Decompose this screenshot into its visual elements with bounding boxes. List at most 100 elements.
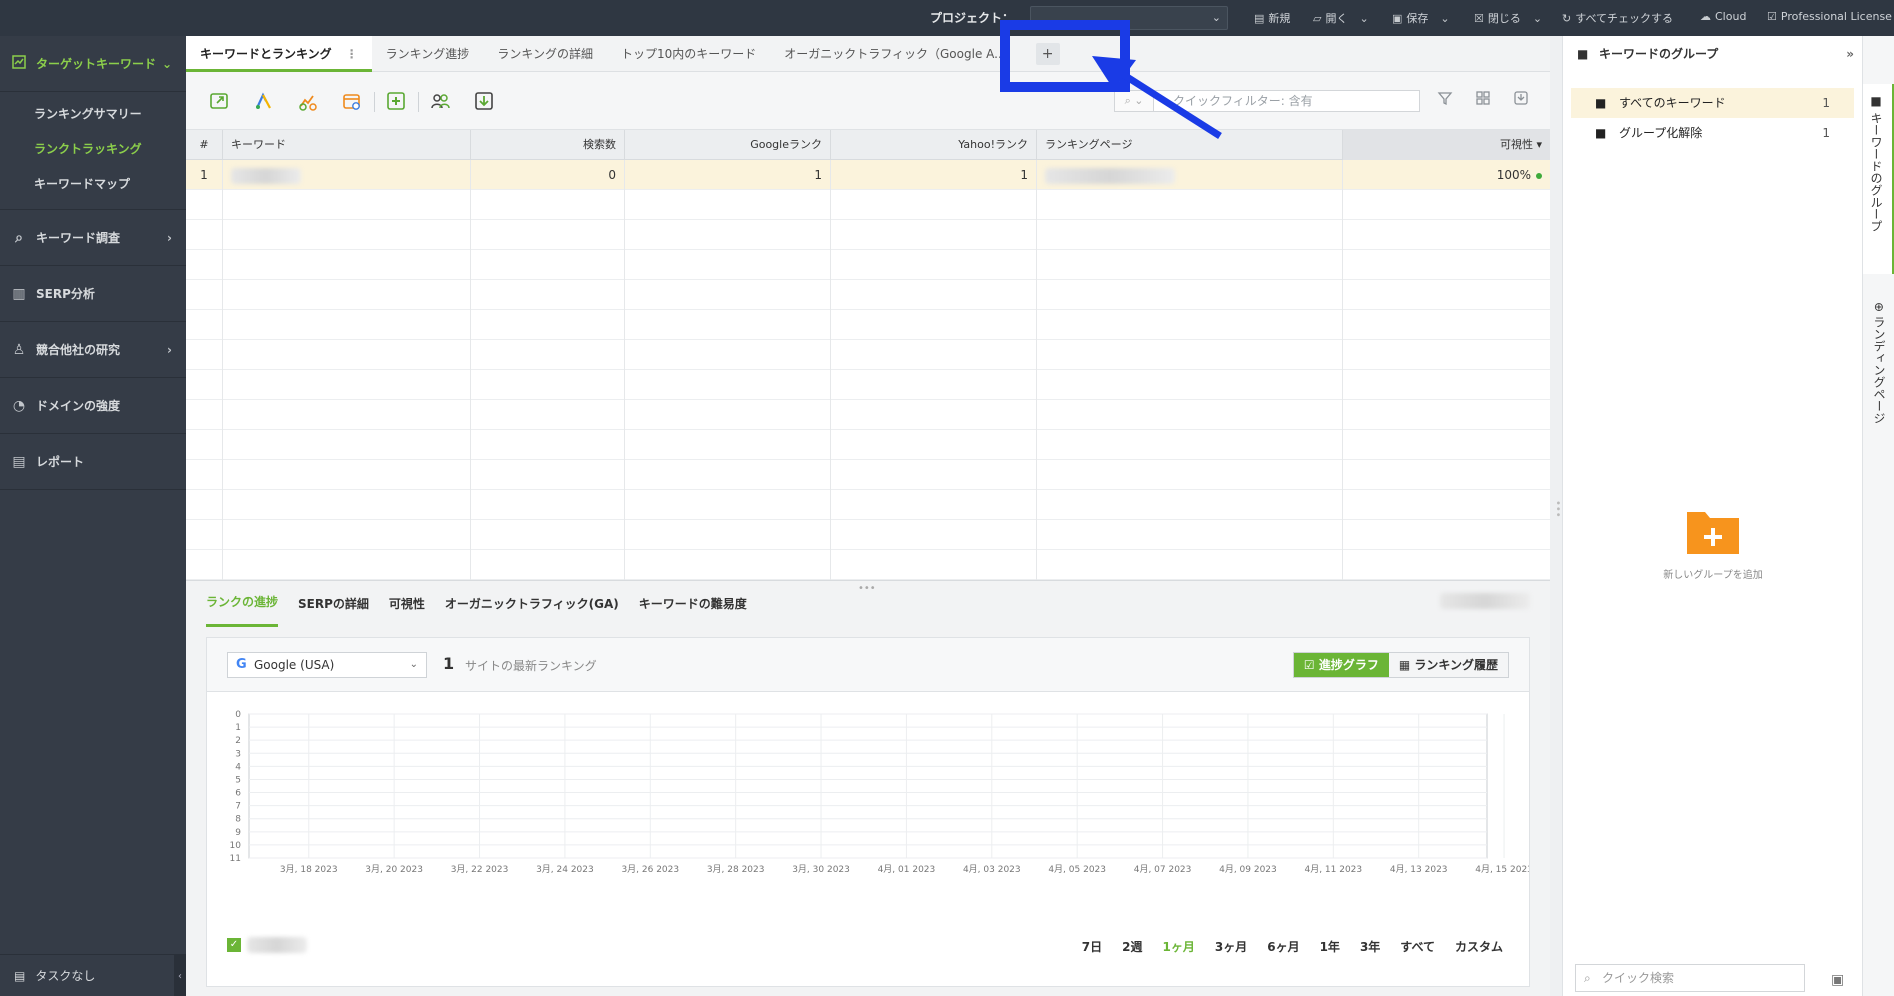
bottom-tab-2[interactable]: 可視性 (389, 581, 425, 627)
column-number[interactable]: # (186, 130, 223, 160)
tab-0[interactable]: キーワードとランキング ⋮ (186, 36, 372, 72)
menu-label: 閉じる (1487, 12, 1521, 25)
sidebar-item-target-keywords[interactable]: ターゲットキーワード ⌄ (0, 36, 186, 92)
table-row[interactable] (186, 400, 1550, 430)
menu-folder-open[interactable]: ▱ 開く ⌄ (1313, 10, 1369, 26)
sidebar-item-bar-chart[interactable]: ▥ SERP分析 (0, 266, 186, 322)
bottom-panel: ••• ランクの進捗 SERPの詳細 可視性 オーガニックトラフィック(GA) キーワー… (186, 580, 1550, 996)
table-row[interactable] (186, 370, 1550, 400)
column-yahoo-rank[interactable]: Yahoo!ランク (831, 130, 1037, 160)
chart-frame (248, 713, 1488, 859)
groups-search-input[interactable]: ⌕ クイック検索 (1575, 964, 1805, 992)
period-option-7[interactable]: すべて (1400, 938, 1435, 955)
table-cell (186, 370, 223, 400)
menu-save[interactable]: ▣ 保存 ⌄ (1392, 10, 1450, 26)
table-cell (625, 220, 831, 250)
bottom-tab-3[interactable]: オーガニックトラフィック(GA) (445, 581, 619, 627)
table-row[interactable] (186, 490, 1550, 520)
column-search-volume[interactable]: 検索数 (471, 130, 625, 160)
refresh-rankings-button[interactable] (208, 89, 232, 113)
sidebar-subitem-2[interactable]: キーワードマップ (0, 166, 186, 201)
competitors-icon[interactable] (428, 89, 452, 113)
table-row[interactable] (186, 430, 1550, 460)
schedule-icon[interactable] (340, 89, 364, 113)
period-option-6[interactable]: 3年 (1360, 938, 1380, 955)
table-cell (1343, 220, 1550, 250)
add-keyword-button[interactable] (384, 89, 408, 113)
keyword-difficulty-icon[interactable] (296, 89, 320, 113)
period-option-1[interactable]: 2週 (1122, 938, 1142, 955)
search-engine-select[interactable]: G Google (USA) ⌄ (227, 652, 427, 678)
period-option-8[interactable]: カスタム (1455, 938, 1503, 955)
menu-file[interactable]: ▤ 新規 (1254, 10, 1290, 26)
menu-refresh[interactable]: ↻ すべてチェックする (1562, 10, 1673, 26)
period-option-0[interactable]: 7日 (1082, 938, 1102, 955)
bottom-tab-4[interactable]: キーワードの難易度 (639, 581, 747, 627)
table-row[interactable] (186, 280, 1550, 310)
vtab-keyword-groups[interactable]: ■ キーワードのグループ (1863, 84, 1894, 274)
tab-3[interactable]: トップ10内のキーワード (607, 36, 770, 72)
bottom-tab-0[interactable]: ランクの進捗 (206, 581, 279, 627)
ranking-history-button[interactable]: ▦ ランキング履歴 (1388, 653, 1508, 677)
column-keyword[interactable]: キーワード (223, 130, 471, 160)
table-cell (471, 520, 625, 550)
sidebar-item-label: レポート (36, 455, 85, 469)
period-option-2[interactable]: 1ヶ月 (1163, 938, 1195, 955)
filter-icon[interactable] (1434, 90, 1456, 112)
table-row[interactable] (186, 220, 1550, 250)
x-tick-label: 4月, 13 2023 (1390, 864, 1448, 875)
download-icon[interactable] (1510, 90, 1532, 112)
table-row[interactable] (186, 520, 1550, 550)
column-visibility[interactable]: 可視性 ▾ (1343, 130, 1550, 160)
sidebar-item-label: SERP分析 (36, 287, 95, 301)
add-group-button[interactable]: 新しいグループを追加 (1655, 506, 1771, 581)
tab-menu-icon[interactable]: ⋮ (346, 47, 358, 61)
sidebar-item-gauge[interactable]: ◔ ドメインの強度 (0, 378, 186, 434)
sidebar-subitem-1[interactable]: ランクトラッキング (0, 131, 186, 166)
table-cell (223, 370, 471, 400)
table-cell (223, 400, 471, 430)
column-google-rank[interactable]: Googleランク (625, 130, 831, 160)
vtab-landing-pages[interactable]: ⊕ ランディングページ (1863, 292, 1894, 442)
table-row[interactable] (186, 190, 1550, 220)
group-item[interactable]: ■ すべてのキーワード 1 (1571, 88, 1854, 118)
bottom-tab-1[interactable]: SERPの詳細 (298, 581, 369, 627)
table-row[interactable] (186, 340, 1550, 370)
resize-handle[interactable]: ••• (858, 583, 876, 594)
splitter-handle[interactable]: ••• (1552, 500, 1563, 518)
export-icon[interactable] (472, 89, 496, 113)
task-status[interactable]: ▤ タスクなし ‹ (0, 954, 186, 996)
columns-icon[interactable] (1472, 90, 1494, 112)
chevron-down-icon[interactable]: ⌄ (1440, 12, 1449, 25)
group-item[interactable]: ■ グループ化解除 1 (1571, 118, 1854, 148)
period-option-4[interactable]: 6ヶ月 (1267, 938, 1299, 955)
chevron-down-icon[interactable]: ⌄ (1533, 12, 1542, 25)
table-row[interactable] (186, 250, 1550, 280)
table-row[interactable] (186, 310, 1550, 340)
period-option-5[interactable]: 1年 (1320, 938, 1340, 955)
sidebar-item-user[interactable]: ♙ 競合他社の研究 › (0, 322, 186, 378)
tab-4[interactable]: オーガニックトラフィック（Google A... (770, 36, 1019, 72)
period-option-3[interactable]: 3ヶ月 (1215, 938, 1247, 955)
y-tick-label: 0 (235, 710, 241, 720)
tab-2[interactable]: ランキングの詳細 (483, 36, 607, 72)
collapse-sidebar-button[interactable]: ‹ (174, 955, 186, 996)
chevron-down-icon[interactable]: ⌄ (1359, 12, 1368, 25)
menu-cloud[interactable]: ☁ Cloud (1700, 10, 1746, 23)
table-row[interactable] (186, 460, 1550, 490)
new-folder-icon[interactable]: ▣ (1831, 972, 1844, 988)
table-cell (1343, 310, 1550, 340)
menu-license[interactable]: ☑ Professional License (1767, 10, 1892, 23)
search-engine-value: Google (USA) (254, 658, 335, 672)
table-row[interactable]: 1 0 1 1 100% (186, 160, 1550, 190)
google-ads-icon[interactable] (252, 89, 276, 113)
table-row[interactable] (186, 550, 1550, 580)
sidebar-item-report[interactable]: ▤ レポート (0, 434, 186, 490)
tab-1[interactable]: ランキング進捗 (372, 36, 484, 72)
sidebar-item-search[interactable]: ⌕ キーワード調査 › (0, 210, 186, 266)
legend-checkbox[interactable]: ✓ (227, 938, 241, 952)
menu-close[interactable]: ☒ 閉じる ⌄ (1474, 10, 1542, 26)
progress-graph-button[interactable]: ☑ 進捗グラフ (1293, 653, 1389, 677)
sidebar-subitem-0[interactable]: ランキングサマリー (0, 96, 186, 131)
collapse-panel-icon[interactable]: » (1846, 36, 1854, 72)
